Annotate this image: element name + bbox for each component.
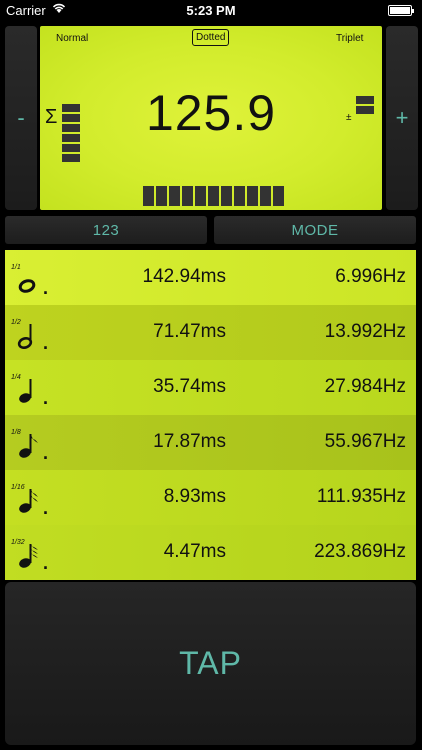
- thirtysecond-note-icon: [17, 543, 39, 569]
- status-bar: Carrier 5:23 PM: [0, 0, 422, 22]
- meter-segment: [156, 186, 167, 206]
- half-note-icon: [17, 323, 39, 350]
- duration-ms: 142.94ms: [142, 266, 226, 287]
- deviation-meter: [356, 96, 374, 116]
- dotted-marker: .: [43, 498, 49, 518]
- dotted-marker: .: [43, 278, 49, 298]
- dotted-marker: .: [43, 333, 49, 353]
- duration-ms: 17.87ms: [153, 431, 226, 452]
- note-row[interactable]: 1/16 . 8.93ms 111.935Hz: [5, 470, 416, 525]
- dotted-mode-label: Dotted: [192, 29, 230, 46]
- increase-tempo-button[interactable]: +: [386, 26, 418, 210]
- frequency-hz: 223.869Hz: [314, 541, 406, 562]
- bpm-value: 125.9: [145, 85, 277, 141]
- beat-progress-meter: [143, 186, 286, 206]
- eighth-note-icon: [17, 433, 39, 459]
- meter-segment: [143, 186, 154, 206]
- numbers-button[interactable]: 123: [5, 216, 207, 244]
- meter-segment: [182, 186, 193, 206]
- decrease-tempo-button[interactable]: -: [5, 26, 37, 210]
- note-value-list: 1/1 . 142.94ms 6.996Hz 1/2 . 71.47ms 13.…: [5, 250, 416, 580]
- dotted-marker: .: [43, 443, 49, 463]
- mode-button[interactable]: MODE: [214, 216, 416, 244]
- duration-ms: 35.74ms: [153, 376, 226, 397]
- whole-note-icon: [17, 268, 39, 294]
- triplet-mode-label: Triplet: [336, 33, 364, 44]
- frequency-hz: 13.992Hz: [324, 321, 406, 342]
- duration-ms: 71.47ms: [153, 321, 226, 342]
- meter-segment: [260, 186, 271, 206]
- meter-segment: [356, 106, 374, 114]
- normal-mode-label: Normal: [56, 33, 89, 44]
- meter-segment: [234, 186, 245, 206]
- note-row[interactable]: 1/1 . 142.94ms 6.996Hz: [5, 250, 416, 305]
- meter-segment: [208, 186, 219, 206]
- dotted-marker: .: [43, 553, 49, 573]
- frequency-hz: 111.935Hz: [316, 486, 406, 507]
- sixteenth-note-icon: [17, 488, 39, 514]
- battery-icon: [388, 5, 414, 16]
- note-row[interactable]: 1/2 . 71.47ms 13.992Hz: [5, 305, 416, 360]
- meter-segment: [273, 186, 284, 206]
- meter-segment: [356, 96, 374, 104]
- quarter-note-icon: [17, 378, 39, 404]
- note-row[interactable]: 1/32 . 4.47ms 223.869Hz: [5, 525, 416, 580]
- plusminus-symbol: ±: [346, 112, 352, 123]
- meter-segment: [169, 186, 180, 206]
- note-row[interactable]: 1/4 . 35.74ms 27.984Hz: [5, 360, 416, 415]
- meter-segment: [221, 186, 232, 206]
- frequency-hz: 55.967Hz: [324, 431, 406, 452]
- frequency-hz: 6.996Hz: [335, 266, 406, 287]
- tap-button[interactable]: TAP: [5, 582, 416, 745]
- duration-ms: 4.47ms: [163, 541, 226, 562]
- clock: 5:23 PM: [186, 3, 236, 18]
- dotted-marker: .: [43, 388, 49, 408]
- meter-segment: [62, 154, 80, 162]
- frequency-hz: 27.984Hz: [324, 376, 406, 397]
- tempo-display: Normal Dotted Triplet Σ 125.9 ±: [40, 26, 382, 210]
- note-row[interactable]: 1/8 . 17.87ms 55.967Hz: [5, 415, 416, 470]
- meter-segment: [62, 144, 80, 152]
- meter-segment: [195, 186, 206, 206]
- meter-segment: [247, 186, 258, 206]
- duration-ms: 8.93ms: [163, 486, 226, 507]
